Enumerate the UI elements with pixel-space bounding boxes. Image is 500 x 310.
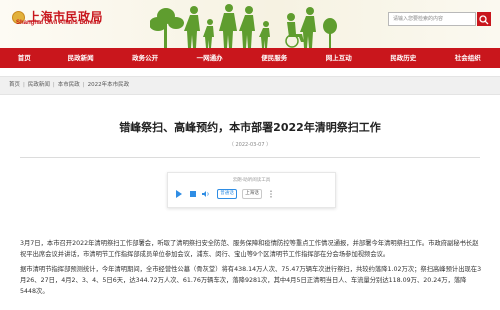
nav-item-services[interactable]: 便民服务 xyxy=(242,48,307,68)
play-icon[interactable] xyxy=(176,190,182,198)
family-silhouette-illustration xyxy=(150,4,337,48)
breadcrumb: 首页 | 民政新闻 | 本市民政 | 2022年本市民政 xyxy=(0,76,500,95)
search-input[interactable]: 请输入您要检索的内容 xyxy=(388,12,476,26)
breadcrumb-news[interactable]: 民政新闻 xyxy=(28,82,50,88)
site-name-english: Shanghai Civil Affairs Bureau xyxy=(16,20,101,26)
more-icon[interactable] xyxy=(268,190,274,198)
article-date: （ 2022-03-07 ） xyxy=(228,142,272,148)
player-label: 云朗-助听阅读工具 xyxy=(232,178,271,183)
article-title: 错峰祭扫、高峰预约，本市部署2022年清明祭扫工作 xyxy=(119,121,381,134)
nav-item-one-stop[interactable]: 一网通办 xyxy=(177,48,242,68)
article-paragraph: 3月7日，本市召开2022年清明祭扫工作部署会，听取了清明祭扫安全防范、服务保障… xyxy=(20,240,479,258)
breadcrumb-separator: | xyxy=(23,82,25,88)
nav-item-gov-affairs[interactable]: 政务公开 xyxy=(113,48,178,68)
breadcrumb-separator: | xyxy=(52,82,55,88)
nav-item-interaction[interactable]: 网上互动 xyxy=(306,48,371,68)
volume-icon[interactable] xyxy=(202,190,210,198)
nav-item-news[interactable]: 民政新闻 xyxy=(48,48,113,68)
breadcrumb-separator: | xyxy=(82,82,85,88)
breadcrumb-current[interactable]: 2022年本市民政 xyxy=(88,82,130,88)
stop-icon[interactable] xyxy=(190,191,196,197)
header-banner: 上海市民政局 Shanghai Civil Affairs Bureau 请输入… xyxy=(0,0,500,48)
nav-item-home[interactable]: 首页 xyxy=(0,48,48,68)
nav-item-history[interactable]: 民政历史 xyxy=(371,48,436,68)
search-icon xyxy=(479,15,489,25)
audio-player: 云朗-助听阅读工具 普通话 上海话 xyxy=(167,172,336,208)
breadcrumb-home[interactable]: 首页 xyxy=(9,82,20,88)
breadcrumb-local[interactable]: 本市民政 xyxy=(58,82,80,88)
nav-item-social-orgs[interactable]: 社会组织 xyxy=(435,48,500,68)
shanghainese-button[interactable]: 上海话 xyxy=(242,189,262,199)
article-paragraph: 据市清明节指挥部预测统计，今年清明期间，全市经营性公墓（骨灰堂）将有438.14… xyxy=(20,266,482,295)
main-nav: 首页 民政新闻 政务公开 一网通办 便民服务 网上互动 民政历史 社会组织 xyxy=(0,48,500,68)
search-button[interactable] xyxy=(477,12,491,26)
mandarin-button[interactable]: 普通话 xyxy=(217,189,237,199)
divider xyxy=(20,157,480,158)
